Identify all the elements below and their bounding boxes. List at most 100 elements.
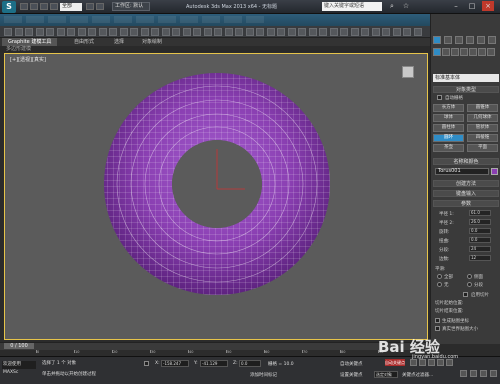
object-type-button[interactable]: 几何球体 <box>467 114 498 122</box>
toolbar-tool-icon[interactable] <box>308 28 317 36</box>
modify-tab-icon[interactable] <box>444 36 452 44</box>
param-spinner[interactable]: 0.0 <box>469 228 491 234</box>
toolbar-tool-icon[interactable] <box>214 28 222 36</box>
toolbar-tool-icon[interactable] <box>287 28 296 36</box>
menu-item[interactable] <box>246 16 264 23</box>
object-type-rollout[interactable]: 对象类型 <box>433 86 499 93</box>
tab-graphite[interactable]: Graphite 建模工具 <box>2 38 58 46</box>
toolbar-tool-icon[interactable] <box>193 28 201 36</box>
menu-item[interactable] <box>224 16 242 23</box>
toolbar-tool-icon[interactable] <box>361 28 369 36</box>
param-spinner[interactable]: 24 <box>469 246 491 252</box>
toolbar-tool-icon[interactable] <box>140 28 149 36</box>
toolbar-tool-icon[interactable] <box>172 28 180 36</box>
search-input[interactable]: 键入关键字或短语 <box>322 2 382 11</box>
zoom-icon[interactable] <box>460 370 467 377</box>
toolbar-tool-icon[interactable] <box>88 28 96 36</box>
object-name-field[interactable]: Torus001 <box>435 168 489 175</box>
lights-icon[interactable] <box>451 48 459 56</box>
autogrid-checkbox[interactable] <box>437 95 442 100</box>
toolbar-tool-icon[interactable] <box>119 28 128 36</box>
key-filters-button[interactable]: 关键点过滤器... <box>402 372 433 378</box>
menu-item[interactable] <box>4 16 22 23</box>
search-icon[interactable]: ⌕ <box>386 1 398 11</box>
selected-dropdown[interactable]: 选定对象 <box>374 371 398 378</box>
menu-item[interactable] <box>48 16 66 23</box>
param-spinner[interactable]: 26.0 <box>469 219 491 225</box>
toolbar-tool-icon[interactable] <box>161 28 170 36</box>
time-slider[interactable]: 0 / 100 <box>4 343 34 349</box>
create-tab-icon[interactable] <box>433 36 441 44</box>
orbit-icon[interactable] <box>480 370 487 377</box>
x-coordinate[interactable]: -158.247 <box>161 360 189 367</box>
toolbar-tool-icon[interactable] <box>382 28 390 36</box>
geometry-icon[interactable] <box>433 48 441 56</box>
viewport-label[interactable]: [+][透视][真实] <box>10 56 46 63</box>
smooth-segments-radio[interactable] <box>467 282 472 287</box>
toolbar-tool-icon[interactable] <box>371 28 380 36</box>
menu-item[interactable] <box>92 16 110 23</box>
hierarchy-tab-icon[interactable] <box>455 36 463 44</box>
slice-on-checkbox[interactable] <box>463 292 468 297</box>
toolbar-tool-icon[interactable] <box>277 28 285 36</box>
undo-icon[interactable] <box>50 3 58 10</box>
keyboard-entry-rollout[interactable]: 键盘输入 <box>433 190 499 197</box>
real-world-checkbox[interactable] <box>435 326 440 331</box>
toolbar-tool-icon[interactable] <box>245 28 254 36</box>
add-time-tag[interactable]: 添加时间标记 <box>250 372 277 378</box>
object-type-button[interactable]: 圆环 <box>433 134 464 142</box>
toolbar-tool-icon[interactable] <box>98 28 107 36</box>
parameters-rollout[interactable]: 参数 <box>433 200 499 207</box>
open-file-icon[interactable] <box>30 3 38 10</box>
toolbar-tool-icon[interactable] <box>77 28 86 36</box>
display-tab-icon[interactable] <box>477 36 485 44</box>
param-spinner[interactable]: 61.0 <box>469 210 491 216</box>
smooth-sides-radio[interactable] <box>467 274 472 279</box>
toolbar-tool-icon[interactable] <box>329 28 338 36</box>
quick-access-dropdown[interactable]: 全部 <box>60 3 82 11</box>
utilities-tab-icon[interactable] <box>488 36 496 44</box>
save-file-icon[interactable] <box>40 3 48 10</box>
lock-selection-icon[interactable] <box>144 361 149 366</box>
gen-map-checkbox[interactable] <box>435 318 440 323</box>
object-color-swatch[interactable] <box>491 168 498 175</box>
toolbar-tool-icon[interactable] <box>340 28 348 36</box>
object-type-button[interactable]: 平面 <box>467 144 498 152</box>
toolbar-tool-icon[interactable] <box>350 28 359 36</box>
menu-item[interactable] <box>70 16 88 23</box>
pan-icon[interactable] <box>470 370 477 377</box>
close-button[interactable]: × <box>482 1 494 11</box>
toolbar-tool-icon[interactable] <box>35 28 44 36</box>
project-folder-icon[interactable] <box>96 3 104 10</box>
infocenter-icon[interactable]: ☆ <box>400 1 412 11</box>
spacewarps-icon[interactable] <box>478 48 486 56</box>
tab-selection[interactable]: 选择 <box>108 38 130 46</box>
object-type-button[interactable]: 长方体 <box>433 104 464 112</box>
systems-icon[interactable] <box>487 48 495 56</box>
toolbar-tool-icon[interactable] <box>235 28 243 36</box>
toolbar-tool-icon[interactable] <box>4 28 12 36</box>
toolbar-tool-icon[interactable] <box>130 28 138 36</box>
menu-item[interactable] <box>180 16 198 23</box>
motion-tab-icon[interactable] <box>466 36 474 44</box>
toolbar-tool-icon[interactable] <box>14 28 23 36</box>
menu-item[interactable] <box>158 16 176 23</box>
toolbar-tool-icon[interactable] <box>46 28 54 36</box>
name-color-rollout[interactable]: 名称和颜色 <box>433 158 499 165</box>
object-type-button[interactable]: 茶壶 <box>433 144 464 152</box>
menu-item[interactable] <box>114 16 132 23</box>
helpers-icon[interactable] <box>469 48 477 56</box>
category-dropdown[interactable]: 标准基本体 <box>433 74 499 82</box>
timeline[interactable] <box>0 342 430 350</box>
maxscript-listener[interactable]: 欢迎使用 MAXSc <box>2 361 36 375</box>
toolbar-tool-icon[interactable] <box>109 28 117 36</box>
object-type-button[interactable]: 管状体 <box>467 124 498 132</box>
new-file-icon[interactable] <box>20 3 28 10</box>
param-spinner[interactable]: 0.0 <box>469 237 491 243</box>
toolbar-tool-icon[interactable] <box>413 28 422 36</box>
toolbar-tool-icon[interactable] <box>182 28 191 36</box>
smooth-none-radio[interactable] <box>437 282 442 287</box>
redo-icon[interactable] <box>86 3 94 10</box>
toolbar-tool-icon[interactable] <box>67 28 75 36</box>
y-coordinate[interactable]: -41.129 <box>200 360 228 367</box>
